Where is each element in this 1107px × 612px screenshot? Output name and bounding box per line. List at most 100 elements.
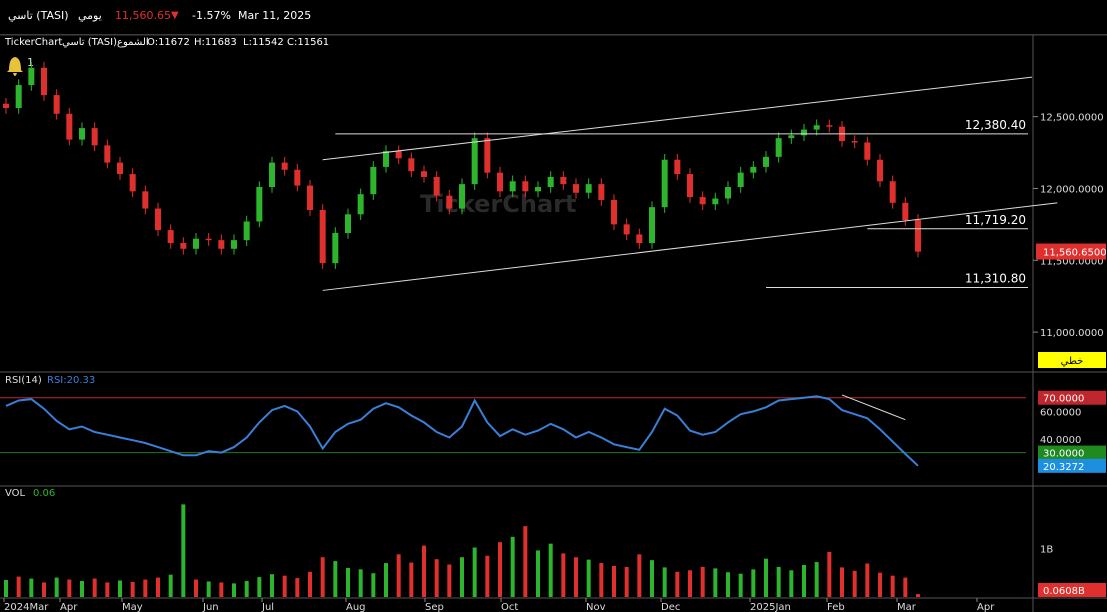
candle-body <box>408 158 415 172</box>
volume-bar <box>156 577 160 597</box>
candle-body <box>864 142 871 160</box>
candle-body <box>117 162 123 175</box>
candle-body <box>674 159 681 175</box>
volume-bar <box>751 569 756 597</box>
level-label: 11,719.20 <box>965 213 1026 227</box>
volume-bar <box>270 574 274 597</box>
candle-body <box>661 159 668 208</box>
volume-bar <box>764 558 768 597</box>
volume-bar <box>713 568 718 597</box>
candle-body <box>826 125 833 127</box>
volume-bar <box>447 564 452 597</box>
volume-bar <box>916 594 920 597</box>
candle-body <box>319 210 326 264</box>
candle-body <box>560 176 567 185</box>
candle-body <box>813 125 820 130</box>
volume-bar <box>308 571 312 597</box>
volume-bar <box>472 547 477 597</box>
volume-bar <box>130 581 135 597</box>
candle-body <box>775 138 782 157</box>
volume-bar <box>890 575 895 597</box>
candle-body <box>205 238 212 241</box>
info-close: C:11561 <box>287 37 329 48</box>
candle-body <box>53 95 60 114</box>
info-low: L:11542 <box>243 37 284 48</box>
volume-bar <box>776 566 781 597</box>
rsi-tick-label: 60.0000 <box>1040 407 1081 418</box>
candle-body <box>345 214 351 233</box>
volume-bar <box>434 559 439 597</box>
volume-bar <box>460 557 464 597</box>
chart-canvas[interactable]: TickerChart تاسي (TASI) الشموعO:11672 H:116… <box>0 0 1107 612</box>
volume-bar <box>738 573 743 597</box>
upper-trend-line <box>322 76 1033 161</box>
time-tick-label: Oct <box>501 602 518 612</box>
time-tick-label: Jun <box>202 602 219 612</box>
volume-bar <box>282 575 287 597</box>
volume-bar <box>92 578 97 597</box>
candle-body <box>611 199 617 225</box>
level-label: 12,380.40 <box>965 118 1026 132</box>
linear-scale-label: خطي <box>1061 356 1084 367</box>
volume-bar <box>358 569 363 597</box>
volume-bar <box>662 567 667 597</box>
volume-bar <box>688 570 692 597</box>
volume-bar <box>726 572 730 597</box>
volume-last-label: 0.0608B <box>1043 586 1085 597</box>
volume-bar <box>523 526 528 597</box>
candle-body <box>421 171 427 177</box>
candle-body <box>332 232 339 264</box>
candle-body <box>585 184 592 193</box>
volume-bar <box>840 567 844 597</box>
candle-body <box>231 240 237 249</box>
volume-bar <box>612 565 616 597</box>
volume-bar <box>320 557 325 597</box>
candle-body <box>459 184 465 209</box>
volume-bar <box>650 560 654 597</box>
candle-body <box>915 220 921 252</box>
volume-bar <box>143 579 148 597</box>
candle-body <box>509 181 516 192</box>
volume-tick-label: 1B <box>1040 545 1053 556</box>
time-tick-label: Nov <box>586 602 606 612</box>
candle-body <box>598 184 605 200</box>
candle-body <box>218 240 225 249</box>
volume-bar <box>257 577 262 597</box>
volume-bar <box>878 572 882 597</box>
rsi-value: RSI:20.33 <box>47 375 95 386</box>
candle-body <box>79 128 85 140</box>
volume-title: VOL <box>5 488 26 499</box>
candle-body <box>801 129 807 136</box>
candle-body <box>446 195 453 209</box>
time-tick-label: Dec <box>661 602 680 612</box>
candle-body <box>180 243 187 249</box>
volume-bar <box>561 553 566 597</box>
volume-bar <box>105 582 110 597</box>
volume-bar <box>118 580 122 597</box>
candle-body <box>193 238 199 249</box>
candle-body <box>395 151 402 159</box>
candle-body <box>91 128 98 146</box>
candle-body <box>15 85 22 109</box>
candle-body <box>28 67 35 86</box>
candle-body <box>243 221 250 241</box>
candle-body <box>712 198 719 205</box>
bell-icon[interactable] <box>7 57 23 76</box>
volume-bar <box>510 536 515 597</box>
volume-bar <box>599 563 604 597</box>
candle-body <box>155 208 161 231</box>
last-price-label: 11,560.6500 <box>1043 248 1107 259</box>
time-tick-label: Sep <box>425 602 444 612</box>
candle-body <box>573 184 579 193</box>
rsi-tick-label: 40.0000 <box>1040 435 1081 446</box>
candle-body <box>535 187 541 192</box>
volume-value: 0.06 <box>33 488 55 499</box>
candle-body <box>66 113 73 140</box>
volume-bar <box>422 545 426 597</box>
rsi-tick-label: 70.0000 <box>1043 394 1084 405</box>
candle-body <box>902 202 909 221</box>
volume-bar <box>232 583 236 597</box>
candle-body <box>294 169 301 186</box>
volume-bar <box>346 567 350 597</box>
candle-body <box>851 141 858 143</box>
